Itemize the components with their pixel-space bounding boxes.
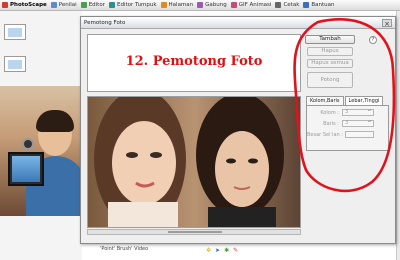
dialog-titlebar[interactable]: Pemotong Foto × xyxy=(81,17,395,29)
tab-width-height[interactable]: Lebar,Tinggi xyxy=(344,96,384,105)
photo-thumbnail-icon[interactable] xyxy=(4,24,26,40)
tab-label: Cetak xyxy=(283,2,300,8)
banner-title: 12. Pemotong Foto xyxy=(125,54,263,69)
tab-label: Halaman xyxy=(168,2,194,8)
border-size-label: Besar Sel lan : xyxy=(307,132,343,138)
tab-gif-animation[interactable]: GIF Animasi xyxy=(230,2,272,8)
banner: 12. Pemotong Foto xyxy=(87,34,301,92)
webcam-icon xyxy=(22,138,34,150)
tab-label: Bantuan xyxy=(311,2,335,8)
tab-page[interactable]: Halaman xyxy=(160,2,194,8)
tab-editor[interactable]: Editor xyxy=(80,2,105,8)
person-hair xyxy=(36,110,74,132)
split-mode-tabs: Kolom,Baris Lebar,Tinggi xyxy=(306,96,384,105)
split-settings-panel: Kolom : 3 Baris : 3 Besar Sel lan : xyxy=(306,105,389,151)
viewer-icon xyxy=(50,2,57,8)
rows-label: Baris : xyxy=(323,121,339,127)
close-icon[interactable]: × xyxy=(382,18,392,28)
sparkle-icon[interactable]: ✲ xyxy=(206,247,211,254)
crop-button[interactable]: Potong xyxy=(307,72,353,88)
cursor-icon[interactable]: ➤ xyxy=(215,247,220,254)
tab-help[interactable]: Bantuan xyxy=(303,2,335,8)
tab-label: Penilai xyxy=(58,2,77,8)
page-icon xyxy=(160,2,167,8)
tab-columns-rows[interactable]: Kolom,Baris xyxy=(306,96,344,105)
bottom-toolbar: ✲ ➤ ✱ ✎ xyxy=(206,247,238,254)
tab-label: Editor xyxy=(88,2,105,8)
tab-print[interactable]: Cetak xyxy=(275,2,299,8)
columns-label: Kolom : xyxy=(320,110,339,116)
star-icon[interactable]: ✱ xyxy=(224,247,229,254)
border-size-input[interactable] xyxy=(345,131,374,138)
combine-icon xyxy=(197,2,204,8)
app-toolbar: PhotoScape Penilai Editor Editor Tumpuk … xyxy=(0,0,400,11)
tab-label: Editor Tumpuk xyxy=(116,2,157,8)
monitor-icon xyxy=(8,152,44,186)
question-icon[interactable]: ? xyxy=(369,36,377,44)
photo-preview[interactable] xyxy=(87,96,301,228)
brush-icon[interactable]: ✎ xyxy=(233,247,238,254)
delete-button[interactable]: Hapus xyxy=(307,47,353,56)
gif-icon xyxy=(230,2,237,8)
photo-preview-image xyxy=(88,97,300,227)
batch-editor-icon xyxy=(108,2,115,8)
tab-label: Gabung xyxy=(205,2,227,8)
delete-all-button[interactable]: Hapus semua xyxy=(307,59,353,68)
tab-photoscape[interactable]: PhotoScape xyxy=(2,2,47,8)
add-button[interactable]: Tambah xyxy=(305,35,355,44)
bottom-caption: 'Point' Brush' Video xyxy=(100,246,149,252)
help-icon xyxy=(303,2,310,8)
horizontal-scrollbar[interactable] xyxy=(87,229,301,235)
scrollbar-right[interactable] xyxy=(396,11,400,260)
tab-batch-editor[interactable]: Editor Tumpuk xyxy=(108,2,157,8)
print-icon xyxy=(275,2,282,8)
tab-combine[interactable]: Gabung xyxy=(197,2,227,8)
photo-thumbnail-icon[interactable] xyxy=(4,56,26,72)
editor-icon xyxy=(80,2,87,8)
photo-splitter-dialog: Pemotong Foto × 12. Pemotong Foto Tambah… xyxy=(80,16,396,244)
photoscape-icon xyxy=(2,2,8,8)
tab-label: PhotoScape xyxy=(10,2,47,8)
columns-stepper[interactable]: 3 xyxy=(342,109,374,116)
dialog-title: Pemotong Foto xyxy=(84,19,126,26)
background-photo xyxy=(0,86,82,216)
rows-stepper[interactable]: 3 xyxy=(342,120,374,127)
tab-viewer[interactable]: Penilai xyxy=(50,2,77,8)
tab-label: GIF Animasi xyxy=(238,2,272,8)
